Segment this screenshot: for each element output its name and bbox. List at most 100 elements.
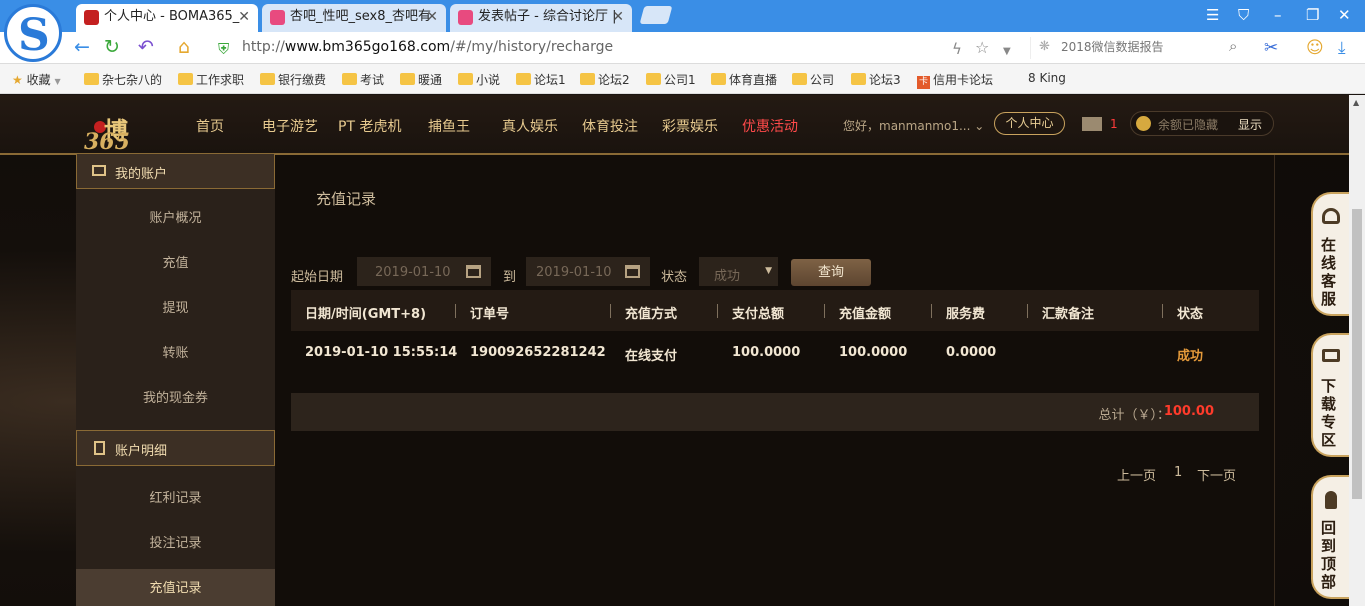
bookmark-credit-card[interactable]: 卡信用卡论坛 [917,71,993,89]
page-number[interactable]: 1 [1174,465,1182,480]
sidebar-item-withdraw[interactable]: 提现 [76,289,275,329]
cell-deposit-amount: 100.0000 [839,345,908,360]
float-label: 在线客服 [1321,236,1337,308]
sidebar-item-coupons[interactable]: 我的现金券 [76,379,275,419]
bookmark-label: 杂七杂八的 [102,73,163,87]
bookmark-folder[interactable]: 工作求职 [178,71,244,88]
scroll-thumb[interactable] [1352,209,1362,499]
undo-icon[interactable]: ↶ [138,37,154,57]
page-title: 充值记录 [316,190,377,208]
nav-home[interactable]: 首页 [196,116,224,136]
minimize-icon[interactable]: – [1274,6,1282,24]
bookmark-folder[interactable]: 考试 [342,71,384,88]
dropdown-icon[interactable]: ▼ [1003,42,1011,62]
status-select[interactable]: 成功 ▼ [699,257,778,286]
refresh-icon[interactable]: ↻ [104,37,120,57]
tab-close-icon[interactable]: ✕ [238,4,250,30]
column-divider [1027,304,1028,318]
total-label: 总计（￥）： [1098,408,1170,423]
bookmark-folder[interactable]: 银行缴费 [260,71,326,88]
col-total-paid: 支付总额 [732,307,785,322]
nav-promotions[interactable]: 优惠活动 [742,116,798,136]
sidebar-item-bonus-records[interactable]: 红利记录 [76,479,275,519]
address-bar: ← ↻ ↶ ⌂ ⛨ http://www.bm365go168.com/#/my… [0,32,1365,64]
calendar-icon[interactable] [625,265,640,278]
tab-post-thread[interactable]: 发表帖子 - 综合讨论厅 | ✕ [450,4,632,32]
show-balance-button[interactable]: 显示 [1238,116,1262,133]
nav-lottery[interactable]: 彩票娱乐 [662,116,718,136]
back-to-top-button[interactable]: 回到顶部 [1311,475,1349,599]
lightning-icon[interactable]: ϟ [952,39,962,59]
folder-icon [646,73,661,85]
page-scrollbar[interactable]: ▲ [1349,95,1365,606]
maximize-icon[interactable]: ❐ [1306,6,1319,24]
end-date-input[interactable]: 2019-01-10 [526,257,650,286]
scissors-icon[interactable]: ✂ [1264,38,1278,58]
mail-icon[interactable] [1082,117,1102,131]
search-box: ❋ ⌕ [1030,37,1252,59]
prev-page-link[interactable]: 上一页 [1117,465,1156,484]
to-label: 到 [503,270,517,285]
new-tab-button[interactable] [639,6,673,24]
url-field[interactable]: http://www.bm365go168.com/#/my/history/r… [242,39,613,55]
bookmark-folder[interactable]: 暖通 [400,71,442,88]
balance-hidden-text: 余额已隐藏 [1158,118,1219,132]
download-zone-button[interactable]: 下载专区 [1311,333,1349,457]
credit-card-icon: 卡 [917,76,930,89]
sidebar-item-deposit-records[interactable]: 充值记录 [76,569,275,606]
col-datetime: 日期/时间(GMT+8) [305,307,427,322]
bookmark-folder[interactable]: 体育直播 [711,71,777,88]
nav-pt-slots[interactable]: PT 老虎机 [338,116,401,136]
sidebar-item-bet-records[interactable]: 投注记录 [76,524,275,564]
cell-datetime: 2019-01-10 15:55:14 [305,345,458,360]
sidebar-item-transfer[interactable]: 转账 [76,334,275,374]
sidebar-item-deposit[interactable]: 充值 [76,244,275,284]
browser-logo[interactable]: S [4,4,62,62]
download-icon[interactable]: ⤓ [1338,38,1346,58]
start-date-input[interactable]: 2019-01-10 [357,257,491,286]
home-icon[interactable]: ⌂ [178,37,190,57]
smiley-icon[interactable]: ☺ [1306,38,1324,58]
nav-e-games[interactable]: 电子游艺 [262,116,318,136]
bookmark-folder[interactable]: 杂七杂八的 [84,71,162,88]
skin-icon[interactable]: ⛉ [1238,6,1249,24]
tab-label: 个人中心 - BOMA365_ [104,9,240,24]
section-account-details[interactable]: 账户明细 [76,430,275,466]
next-page-link[interactable]: 下一页 [1197,465,1236,484]
tab-close-icon[interactable]: ✕ [426,4,438,30]
user-greeting[interactable]: 您好，manmanmo1... ⌄ [843,117,984,134]
section-my-account[interactable]: 我的账户 [76,153,275,189]
search-icon[interactable]: ⌕ [1229,37,1237,55]
nav-live-casino[interactable]: 真人娱乐 [502,116,558,136]
query-button[interactable]: 查询 [791,259,871,286]
bookmark-folder[interactable]: 论坛1 [516,71,566,88]
tab-close-icon[interactable]: ✕ [612,4,624,30]
calculator-icon [94,441,105,455]
bookmark-folder[interactable]: 小说 [458,71,500,88]
site-logo[interactable]: 博 365 [80,99,168,155]
sidebar-item-overview[interactable]: 账户概况 [76,199,275,239]
col-method: 充值方式 [625,307,678,322]
search-input[interactable] [1061,40,1226,54]
bookmark-folder[interactable]: 公司1 [646,71,696,88]
account-sidebar: 我的账户 账户概况 充值 提现 转账 我的现金券 账户明细 红利记录 投注记录 … [76,153,275,606]
calendar-icon[interactable] [466,265,481,278]
personal-center-button[interactable]: 个人中心 [994,112,1065,135]
scroll-up-icon[interactable]: ▲ [1353,98,1359,107]
bookmark-favorites[interactable]: ★ 收藏 ▼ [12,71,61,88]
tab-xingba[interactable]: 杏吧_性吧_sex8_杏吧有 ✕ [262,4,446,32]
online-service-button[interactable]: 在线客服 [1311,192,1349,316]
back-icon[interactable]: ← [74,37,90,57]
folder-icon [711,73,726,85]
tab-personal-center[interactable]: 个人中心 - BOMA365_ ✕ [76,4,258,32]
bookmark-folder[interactable]: 论坛2 [580,71,630,88]
bookmark-folder[interactable]: 论坛3 [851,71,901,88]
bookmark-folder[interactable]: 公司 [792,71,834,88]
nav-sports[interactable]: 体育投注 [582,116,638,136]
star-icon[interactable]: ☆ [975,38,989,58]
status-select-value: 成功 [714,269,741,284]
bookmark-king[interactable]: 8 King [1028,71,1066,85]
close-window-icon[interactable]: ✕ [1338,6,1351,24]
menu-icon[interactable]: ☰ [1206,6,1219,24]
nav-fishing[interactable]: 捕鱼王 [428,116,470,136]
